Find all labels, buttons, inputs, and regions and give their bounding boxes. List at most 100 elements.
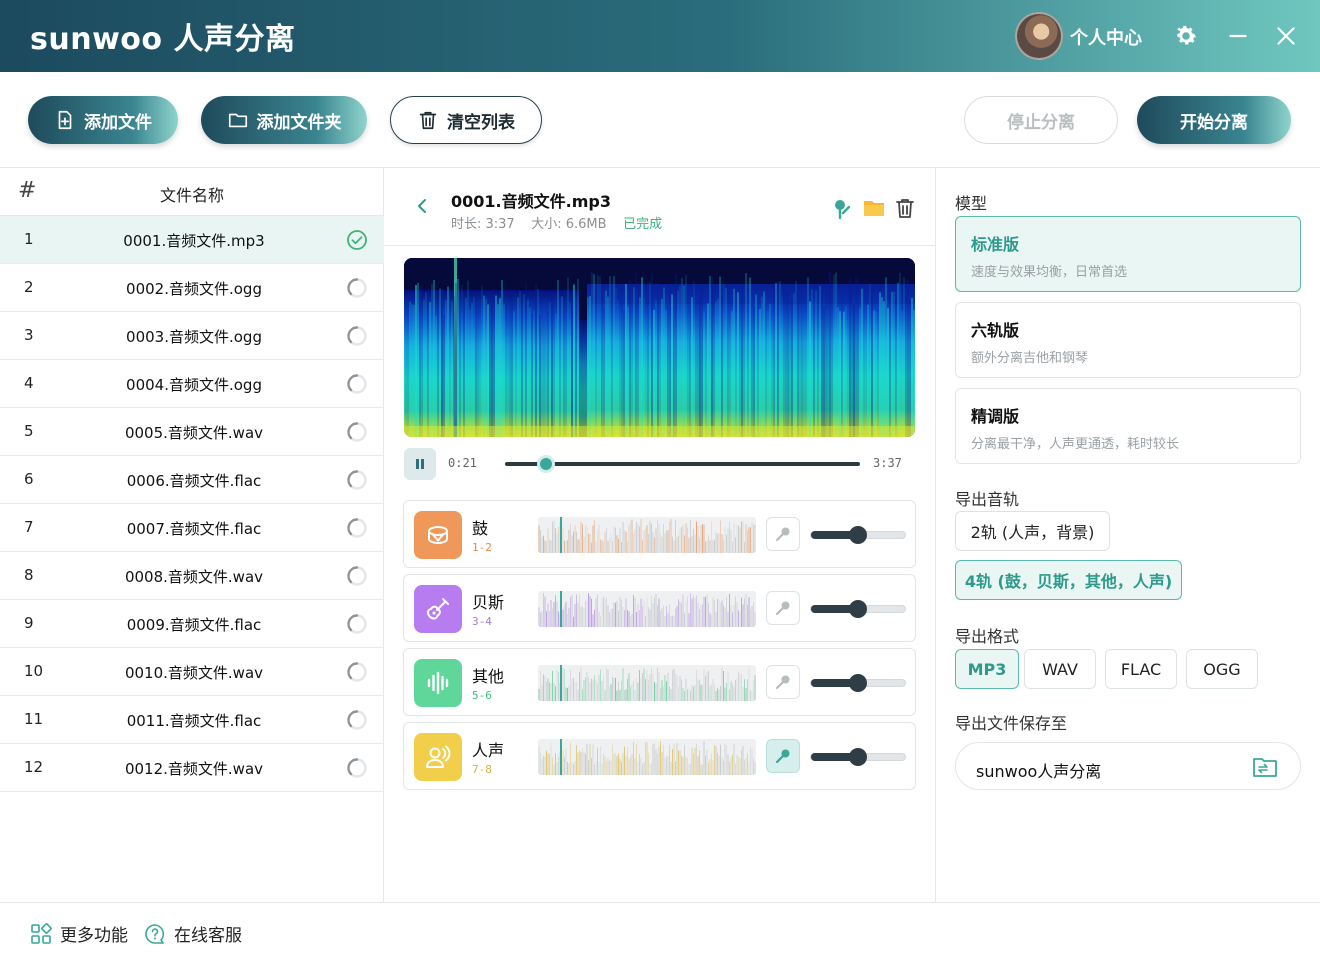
file-row[interactable]: 2 0002.音频文件.ogg	[0, 264, 384, 312]
row-file-name: 0004.音频文件.ogg	[126, 376, 262, 394]
track-channels: 5-6	[472, 689, 492, 702]
help-chat-icon	[145, 923, 165, 944]
loading-spinner-icon	[347, 374, 367, 394]
status-label: 已完成	[623, 217, 663, 232]
track-row: 人声 7-8	[403, 722, 916, 790]
file-row[interactable]: 12 0012.音频文件.wav	[0, 744, 384, 792]
volume-handle[interactable]	[849, 526, 867, 544]
playback-slider-handle[interactable]	[536, 455, 555, 473]
volume-handle[interactable]	[849, 600, 867, 618]
locate-file-icon[interactable]	[830, 196, 854, 220]
file-row[interactable]: 9 0009.音频文件.flac	[0, 600, 384, 648]
save-path-field[interactable]: sunwoo人声分离	[955, 742, 1301, 790]
row-file-name: 0011.音频文件.flac	[126, 712, 262, 730]
row-file-name: 0012.音频文件.wav	[124, 760, 264, 778]
file-row[interactable]: 4 0004.音频文件.ogg	[0, 360, 384, 408]
detail-panel: 0001.音频文件.mp3 时长: 3:37 大小: 6.6MB 已完成 0:2…	[384, 168, 936, 902]
app-title: sunwoo 人声分离	[30, 22, 296, 57]
current-time: 0:21	[448, 456, 477, 470]
solo-mic-button[interactable]	[766, 517, 800, 551]
model-name: 标准版	[971, 235, 1020, 254]
format-option[interactable]: WAV	[1024, 649, 1096, 689]
delete-icon[interactable]	[893, 196, 917, 220]
guitar-icon	[414, 585, 462, 633]
loading-spinner-icon	[347, 470, 367, 490]
add-file-button[interactable]: 添加文件	[28, 96, 178, 144]
track-option-2[interactable]: 2轨 (人声，背景)	[955, 511, 1110, 551]
loading-spinner-icon	[347, 758, 367, 778]
online-support-link[interactable]: 在线客服	[144, 921, 242, 946]
file-list-panel: # 文件名称 1 0001.音频文件.mp3 2 0002.音频文件.ogg 3 0003…	[0, 168, 384, 902]
format-option[interactable]: FLAC	[1105, 649, 1177, 689]
track-channels: 3-4	[472, 615, 492, 628]
solo-mic-button[interactable]	[766, 739, 800, 773]
pause-button[interactable]	[404, 448, 436, 480]
export-format-label: 导出格式	[955, 627, 1020, 646]
row-file-name: 0008.音频文件.wav	[124, 568, 264, 586]
save-to-label: 导出文件保存至	[955, 714, 1068, 733]
folder-open-icon[interactable]	[1252, 755, 1278, 779]
model-option[interactable]: 六轨版 额外分离吉他和钢琴	[955, 302, 1301, 378]
check-circle-icon	[347, 230, 367, 250]
solo-mic-button[interactable]	[766, 591, 800, 625]
track-row: 鼓 1-2	[403, 500, 916, 568]
start-separation-button[interactable]: 开始分离	[1137, 96, 1291, 144]
format-option[interactable]: MP3	[955, 649, 1019, 689]
file-row[interactable]: 6 0006.音频文件.flac	[0, 456, 384, 504]
loading-spinner-icon	[347, 278, 367, 298]
close-icon[interactable]	[1270, 20, 1302, 52]
current-file-meta: 时长: 3:37 大小: 6.6MB 已完成	[451, 213, 662, 232]
loading-spinner-icon	[347, 566, 367, 586]
chevron-left-icon[interactable]	[412, 196, 432, 216]
solo-mic-button[interactable]	[766, 665, 800, 699]
volume-handle[interactable]	[849, 748, 867, 766]
row-file-name: 0003.音频文件.ogg	[126, 328, 262, 346]
file-row[interactable]: 5 0005.音频文件.wav	[0, 408, 384, 456]
file-row[interactable]: 7 0007.音频文件.flac	[0, 504, 384, 552]
clear-list-button[interactable]: 清空列表	[390, 96, 542, 144]
model-section-label: 模型	[955, 194, 988, 213]
footer: 更多功能 在线客服	[0, 902, 1320, 960]
loading-spinner-icon	[347, 422, 367, 442]
model-desc: 分离最干净，人声更通透，耗时较长	[971, 437, 1180, 452]
row-file-name: 0009.音频文件.flac	[126, 616, 262, 634]
avatar[interactable]	[1015, 12, 1063, 60]
format-option[interactable]: OGG	[1186, 649, 1258, 689]
loading-spinner-icon	[347, 710, 367, 730]
track-waveform	[538, 665, 756, 701]
volume-slider[interactable]	[810, 526, 906, 544]
current-file-name: 0001.音频文件.mp3	[451, 192, 611, 211]
model-option[interactable]: 精调版 分离最干净，人声更通透，耗时较长	[955, 388, 1301, 464]
file-row[interactable]: 1 0001.音频文件.mp3	[0, 216, 384, 264]
size-label: 大小: 6.6MB	[531, 217, 607, 232]
file-row[interactable]: 3 0003.音频文件.ogg	[0, 312, 384, 360]
row-file-name: 0002.音频文件.ogg	[126, 280, 262, 298]
model-option[interactable]: 标准版 速度与效果均衡，日常首选	[955, 216, 1301, 292]
detail-header: 0001.音频文件.mp3 时长: 3:37 大小: 6.6MB 已完成	[384, 168, 935, 246]
volume-slider[interactable]	[810, 600, 906, 618]
microphone-icon	[775, 527, 790, 542]
volume-handle[interactable]	[849, 674, 867, 692]
volume-slider[interactable]	[810, 748, 906, 766]
minimize-icon[interactable]	[1222, 20, 1254, 52]
toolbar: 添加文件 添加文件夹 清空列表 停止分离 开始分离	[0, 72, 1320, 168]
name-column-header: 文件名称	[159, 186, 224, 205]
gear-icon[interactable]	[1170, 20, 1202, 52]
track-option-4[interactable]: 4轨 (鼓，贝斯，其他，人声)	[955, 560, 1182, 600]
trash-icon	[419, 111, 437, 130]
file-row[interactable]: 10 0010.音频文件.wav	[0, 648, 384, 696]
loading-spinner-icon	[347, 662, 367, 682]
duration-label: 时长: 3:37	[451, 217, 515, 232]
model-desc: 额外分离吉他和钢琴	[971, 351, 1089, 366]
file-row[interactable]: 8 0008.音频文件.wav	[0, 552, 384, 600]
file-row[interactable]: 11 0011.音频文件.flac	[0, 696, 384, 744]
user-center-link[interactable]: 个人中心	[1070, 24, 1142, 50]
loading-spinner-icon	[347, 518, 367, 538]
playback-slider[interactable]	[505, 455, 860, 473]
open-folder-icon[interactable]	[862, 196, 886, 220]
more-features-link[interactable]: 更多功能	[30, 921, 128, 946]
track-waveform	[538, 517, 756, 553]
add-folder-button[interactable]: 添加文件夹	[201, 96, 367, 144]
stop-separation-button[interactable]: 停止分离	[964, 96, 1118, 144]
volume-slider[interactable]	[810, 674, 906, 692]
